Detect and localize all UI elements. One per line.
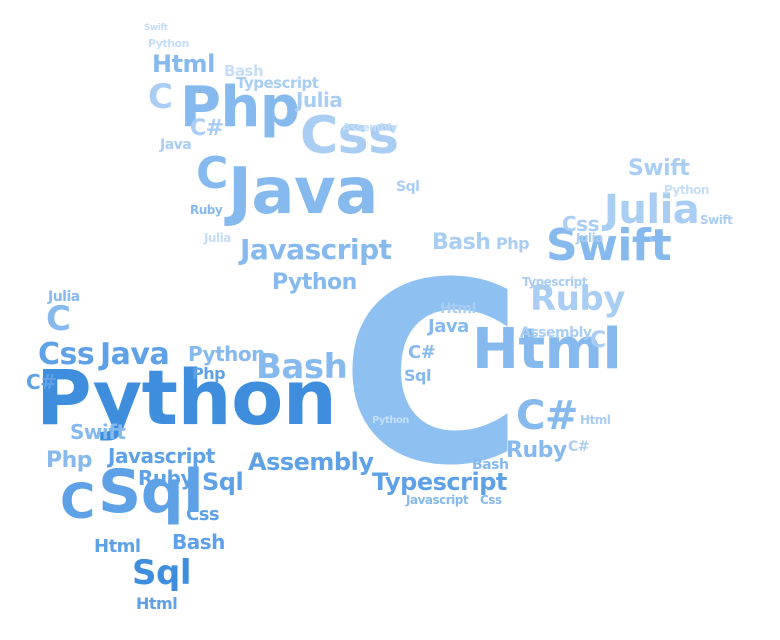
word-swift-top: Swift xyxy=(144,23,168,33)
word-csharp-top: C# xyxy=(190,116,224,141)
word-sql-left: Sql xyxy=(202,468,244,496)
word-csharp-mid: C# xyxy=(516,393,578,439)
word-php-right: Php xyxy=(496,234,530,253)
word-java-right: Java xyxy=(428,316,469,337)
word-assembly-top: Assembly xyxy=(342,121,398,134)
word-typescript-small: Typescript xyxy=(522,275,587,289)
word-python-top: Python xyxy=(148,37,189,50)
word-csharp-small: C# xyxy=(568,439,590,455)
word-html-top: Html xyxy=(152,50,215,78)
word-php-small: Php xyxy=(46,448,93,473)
word-c-left-small: C xyxy=(46,299,71,339)
word-c-left: C xyxy=(60,474,95,530)
word-sql-small: Sql xyxy=(396,179,420,195)
word-swift-small: Swift xyxy=(628,156,690,181)
word-bash-left: Bash xyxy=(172,530,225,554)
word-css-right: Css xyxy=(480,493,502,507)
word-assembly-right: Assembly xyxy=(520,325,592,341)
word-css-left: Css xyxy=(38,337,95,372)
word-python-right: Python xyxy=(372,415,409,426)
word-php-left: Php xyxy=(192,364,226,383)
word-css-left-2: Css xyxy=(186,504,220,525)
word-c-small: C xyxy=(196,148,228,199)
word-swift-right-2: Swift xyxy=(700,213,733,227)
word-python-mid: Python xyxy=(272,270,357,295)
word-julia-right-2: Julia xyxy=(576,231,603,245)
word-c-right: C xyxy=(590,328,606,353)
word-bash-small: Bash xyxy=(432,230,491,255)
word-html-right: Html xyxy=(580,413,611,427)
word-css-large: Css xyxy=(300,106,399,166)
word-csharp-left: C# xyxy=(26,370,57,394)
word-python-left: Python xyxy=(188,342,265,366)
word-java-large: Java xyxy=(228,155,378,229)
word-swift-left: Swift xyxy=(70,420,126,444)
word-typescript-top: Typescript xyxy=(236,74,319,92)
word-assembly-mid: Assembly xyxy=(248,448,374,476)
word-sql-right: Sql xyxy=(404,366,431,385)
word-julia-top: Julia xyxy=(296,88,343,112)
word-javascript-right: Javascript xyxy=(406,493,469,507)
word-ruby-left: Ruby xyxy=(138,466,194,490)
word-html-small: Html xyxy=(440,301,476,317)
word-julia-small: Julia xyxy=(204,231,231,245)
word-bash-right: Bash xyxy=(472,457,509,473)
word-java-small: Java xyxy=(160,137,192,153)
word-cloud: C Python Java Html Php Css Sql C Swift J… xyxy=(0,0,780,640)
word-python-small: Python xyxy=(664,183,709,197)
word-javascript-left: Javascript xyxy=(108,444,215,468)
word-ruby-right-2: Ruby xyxy=(506,438,567,463)
word-ruby-small: Ruby xyxy=(190,203,223,217)
word-c-top: C xyxy=(148,77,173,117)
word-sql-left-2: Sql xyxy=(132,553,191,593)
word-javascript-mid: Javascript xyxy=(240,233,392,266)
word-java-left: Java xyxy=(100,337,170,372)
word-bash-mid: Bash xyxy=(256,347,348,387)
word-typescript-mid: Typescript xyxy=(372,468,507,496)
word-csharp-right: C# xyxy=(408,342,436,363)
word-html-left-2: Html xyxy=(136,594,178,613)
